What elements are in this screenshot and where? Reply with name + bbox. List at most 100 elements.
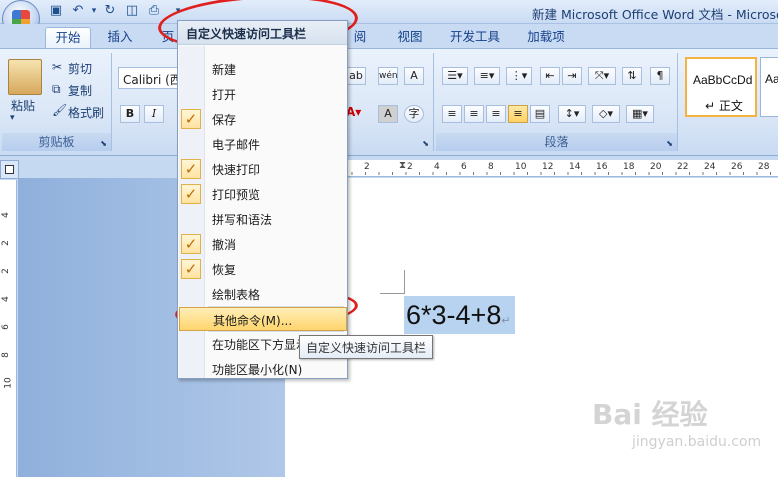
dialog-launcher-icon[interactable]: ⬊ [100, 139, 107, 148]
checkmark-icon: ✓ [181, 184, 201, 204]
ribbon-tabs: 开始 插入 页 阅 视图 开发工具 加载项 [0, 24, 778, 49]
cut-button[interactable]: 剪切 [68, 60, 92, 77]
paste-dropdown-icon[interactable]: ▾ [10, 113, 15, 123]
style-no-spacing[interactable]: Aa [760, 57, 778, 117]
paragraph-dialog-launcher-icon[interactable]: ⬊ [666, 139, 673, 148]
tab-insert[interactable]: 插入 [100, 27, 140, 49]
ruler-tick-label: 2 [364, 162, 370, 172]
menu-item[interactable]: 拼写和语法 [179, 207, 347, 231]
customize-dropdown-icon[interactable]: ▾ [170, 3, 186, 19]
align-center-icon[interactable]: ≡ [464, 105, 484, 123]
ruler-tick-label: 20 [650, 162, 662, 172]
enclose-character-icon[interactable]: 字 [404, 105, 424, 123]
clipboard-group-label: 剪贴板 [2, 133, 111, 151]
italic-button[interactable]: I [144, 105, 164, 123]
character-shading-icon[interactable]: A [378, 105, 398, 123]
copy-button[interactable]: 复制 [68, 82, 92, 99]
document-selected-text[interactable]: 6*3-4+8↵ [404, 296, 515, 334]
bold-button[interactable]: B [120, 105, 140, 123]
bullets-icon[interactable]: ☰▾ [442, 67, 468, 85]
sort-icon[interactable]: ⇅ [622, 67, 642, 85]
menu-item[interactable]: 新建 [179, 57, 347, 81]
menu-item-label: 恢复 [212, 263, 237, 277]
align-left-icon[interactable]: ≡ [442, 105, 462, 123]
style-no-spacing-preview: Aa [765, 72, 778, 86]
undo-icon[interactable]: ↶ [70, 3, 86, 19]
font-name-select[interactable]: Calibri (西 [118, 67, 182, 89]
menu-item-label: 功能区最小化(N) [212, 363, 303, 377]
ruler-tick-label: 4 [434, 162, 440, 172]
borders-icon[interactable]: ▦▾ [626, 105, 654, 123]
increase-indent-icon[interactable]: ⇥ [562, 67, 582, 85]
paste-icon[interactable] [8, 59, 42, 95]
checkmark-icon: ✓ [181, 259, 201, 279]
horizontal-ruler[interactable]: 42246810121416182022242628 ⧗ [285, 160, 778, 177]
redo-icon[interactable]: ↻ [102, 3, 118, 19]
save-icon[interactable]: ▣ [48, 3, 64, 19]
numbering-icon[interactable]: ≡▾ [474, 67, 500, 85]
decrease-indent-icon[interactable]: ⇤ [540, 67, 560, 85]
menu-item[interactable]: 电子邮件 [179, 132, 347, 156]
align-right-icon[interactable]: ≡ [486, 105, 506, 123]
vruler-tick-label: 2 [0, 268, 11, 274]
cut-icon: ✂ [52, 60, 63, 74]
distributed-icon[interactable]: ▤ [530, 105, 550, 123]
justify-icon[interactable]: ≡ [508, 105, 528, 123]
menu-item[interactable]: 功能区最小化(N) [179, 357, 347, 381]
menu-item-label: 其他命令(M)... [213, 314, 293, 328]
line-spacing-icon[interactable]: ↕▾ [558, 105, 586, 123]
phonetic-guide-icon[interactable]: ab [346, 67, 366, 85]
ruler-tick-label: 14 [569, 162, 581, 172]
font-color-icon[interactable]: A▾ [346, 105, 361, 119]
title-bar: ▣ ↶ ▾ ↻ ◫ ⎙ ▾ 新建 Microsoft Office Word 文… [0, 0, 778, 38]
menu-item-label: 快速打印 [212, 163, 261, 177]
tab-addins[interactable]: 加载项 [520, 27, 572, 49]
menu-item[interactable]: ✓ 保存 [179, 107, 347, 131]
tab-developer[interactable]: 开发工具 [446, 27, 504, 49]
menu-item[interactable]: ✓ 快速打印 [179, 157, 347, 181]
ruler-tick-label: 10 [515, 162, 527, 172]
tab-view[interactable]: 视图 [388, 27, 432, 49]
show-marks-icon[interactable]: ¶ [650, 67, 670, 85]
quick-print-icon[interactable]: ⎙ [146, 3, 162, 19]
font-dialog-launcher-icon[interactable]: ⬊ [422, 139, 429, 148]
chinese-layout-icon[interactable]: ⤧▾ [588, 67, 616, 85]
copy-icon: ⧉ [52, 82, 61, 96]
tab-selector[interactable] [0, 160, 19, 179]
character-border-icon[interactable]: A [404, 67, 424, 85]
vertical-ruler[interactable]: 4 2 2 4 6 8 10 [0, 180, 17, 477]
menu-item-label: 打印预览 [212, 188, 261, 202]
menu-item-label: 保存 [212, 113, 237, 127]
indent-marker-icon[interactable]: ⧗ [399, 160, 406, 171]
menu-item-label: 撤消 [212, 238, 237, 252]
page-corner-mark-h [380, 293, 404, 294]
page-corner-mark [404, 270, 405, 294]
tab-home[interactable]: 开始 [45, 27, 91, 49]
menu-item[interactable]: 其他命令(M)... [179, 307, 347, 331]
menu-item[interactable]: 打开 [179, 82, 347, 106]
multilevel-list-icon[interactable]: ⋮▾ [506, 67, 532, 85]
style-normal-label: ↵ 正文 [705, 99, 743, 113]
menu-item[interactable]: ✓ 撤消 [179, 232, 347, 256]
ruler-tick-label: 2 [407, 162, 413, 172]
menu-item[interactable]: ✓ 打印预览 [179, 182, 347, 206]
print-preview-icon[interactable]: ◫ [124, 3, 140, 19]
format-painter-button[interactable]: 格式刷 [68, 104, 104, 121]
undo-dropdown-icon[interactable]: ▾ [86, 3, 102, 19]
style-normal[interactable]: AaBbCcDd ↵ 正文 [685, 57, 757, 117]
menu-item-label: 打开 [212, 88, 237, 102]
tab-stop-icon [5, 165, 14, 174]
shading-icon[interactable]: ◇▾ [592, 105, 620, 123]
wen-icon[interactable]: wén [378, 67, 398, 85]
vruler-tick-label: 8 [0, 352, 11, 358]
vruler-tick-label: 4 [0, 212, 11, 218]
watermark-url: jingyan.baidu.com [632, 434, 762, 450]
menu-item[interactable]: ✓ 恢复 [179, 257, 347, 281]
menu-item-label: 新建 [212, 63, 237, 77]
ruler-tick-label: 6 [461, 162, 467, 172]
tab-review[interactable]: 阅 [348, 27, 372, 49]
paste-button[interactable]: 粘贴 [11, 97, 35, 114]
ruler-tick-label: 12 [542, 162, 554, 172]
tab-page-layout[interactable]: 页 [158, 27, 178, 49]
menu-item[interactable]: 绘制表格 [179, 282, 347, 306]
